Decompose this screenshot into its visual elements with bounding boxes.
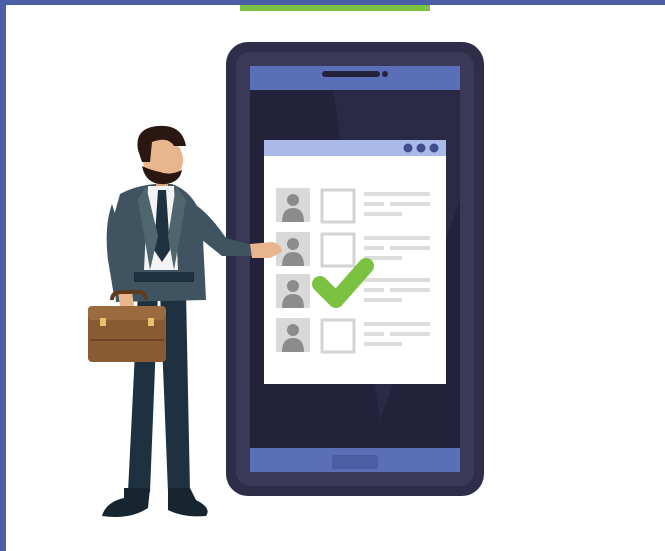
app-window (264, 140, 446, 384)
recruitment-illustration (88, 42, 484, 517)
phone-top-bar (250, 66, 460, 90)
window-dot-icon (429, 143, 439, 153)
speaker-icon (322, 71, 380, 77)
candidate-checkbox (320, 318, 356, 354)
shoe-icon (168, 488, 208, 517)
candidate-checkbox (320, 188, 356, 224)
window-dot-icon (403, 143, 413, 153)
home-button-icon (332, 455, 378, 469)
camera-icon (382, 71, 388, 77)
candidate-checkbox (320, 232, 356, 268)
shoe-icon (102, 488, 150, 517)
window-dot-icon (416, 143, 426, 153)
